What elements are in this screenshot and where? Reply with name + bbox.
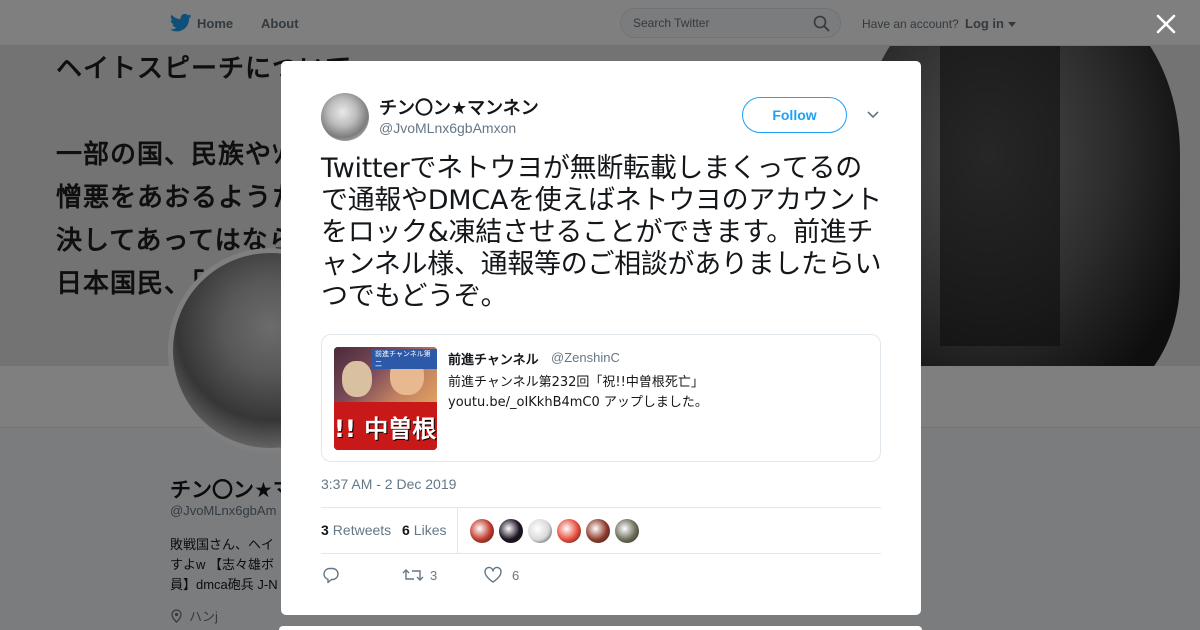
heart-icon bbox=[484, 566, 502, 583]
avatar[interactable] bbox=[321, 93, 369, 141]
quoted-tweet-link-text: youtu.be/_oIKkhB4mC0 アップしました。 bbox=[448, 395, 708, 410]
liker-avatar[interactable] bbox=[528, 519, 552, 543]
likes-count: 6 bbox=[402, 522, 410, 538]
stats-divider bbox=[457, 508, 458, 554]
retweet-icon bbox=[402, 569, 424, 581]
author-handle[interactable]: @JvoMLnx6gbAmxon bbox=[379, 120, 516, 136]
close-icon[interactable] bbox=[1152, 10, 1180, 38]
quoted-tweet-thumbnail: 前進チャンネル第二 !! 中曽根 bbox=[334, 347, 437, 450]
retweet-button[interactable]: 3 bbox=[402, 566, 462, 586]
thumbnail-person bbox=[342, 361, 372, 397]
retweets-stat[interactable]: 3 Retweets bbox=[321, 522, 391, 538]
reply-button[interactable] bbox=[322, 566, 342, 586]
thumbnail-label: 前進チャンネル第二 bbox=[372, 349, 437, 369]
next-tweet-card bbox=[279, 626, 922, 630]
tweet-actions: 3 6 bbox=[321, 561, 881, 591]
chevron-down-icon[interactable] bbox=[865, 109, 881, 121]
follow-button[interactable]: Follow bbox=[742, 97, 847, 133]
like-button[interactable]: 6 bbox=[483, 566, 543, 586]
retweet-count: 3 bbox=[430, 568, 438, 583]
thumbnail-caption: !! 中曽根 bbox=[334, 415, 437, 443]
likes-stat[interactable]: 6 Likes bbox=[402, 522, 446, 538]
quoted-tweet[interactable]: 前進チャンネル第二 !! 中曽根 前進チャンネル @ZenshinC 前進チャン… bbox=[321, 334, 881, 462]
tweet-timestamp[interactable]: 3:37 AM - 2 Dec 2019 bbox=[321, 476, 456, 492]
liker-avatar[interactable] bbox=[499, 519, 523, 543]
liker-avatar[interactable] bbox=[586, 519, 610, 543]
liker-avatar[interactable] bbox=[615, 519, 639, 543]
retweets-label: Retweets bbox=[332, 522, 392, 538]
quoted-tweet-text: 前進チャンネル第232回「祝!!中曽根死亡」 bbox=[448, 375, 704, 390]
like-count: 6 bbox=[512, 568, 520, 583]
retweets-count: 3 bbox=[321, 522, 329, 538]
tweet-text: Twitterでネトウヨが無断転載しまくってるので通報やDMCAを使えばネトウヨ… bbox=[321, 153, 882, 312]
author-name[interactable]: チン〇ン★マンネン bbox=[379, 94, 539, 120]
quoted-author-name: 前進チャンネル bbox=[448, 353, 539, 368]
quoted-author-handle: @ZenshinC bbox=[551, 350, 620, 365]
tweet-stats: 3 Retweets 6 Likes bbox=[321, 507, 881, 554]
tweet-modal: チン〇ン★マンネン @JvoMLnx6gbAmxon Follow Twitte… bbox=[281, 61, 921, 615]
likes-label: Likes bbox=[413, 522, 447, 538]
liker-avatar[interactable] bbox=[470, 519, 494, 543]
reply-icon bbox=[323, 567, 339, 584]
liker-avatar[interactable] bbox=[557, 519, 581, 543]
